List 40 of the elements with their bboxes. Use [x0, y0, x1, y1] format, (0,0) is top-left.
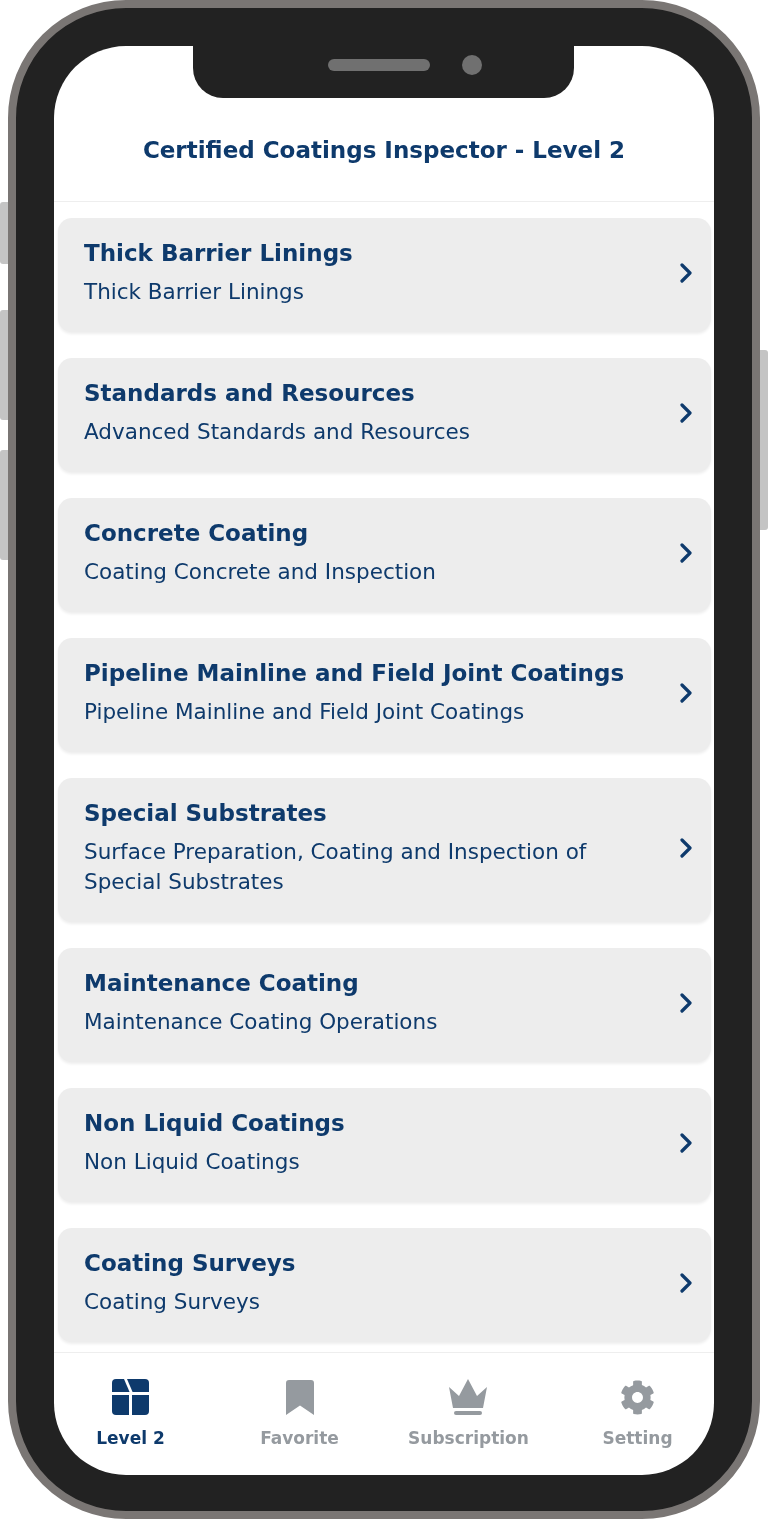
course-title: Concrete Coating — [84, 519, 310, 548]
course-subtitle: Surface Preparation, Coating and Inspection of Special Substrates — [84, 838, 588, 896]
camera-lens — [462, 55, 482, 75]
chevron-right-icon — [680, 1132, 692, 1153]
course-card[interactable]: Coating Surveys Coating Surveys — [58, 1228, 711, 1342]
side-button-drawing — [0, 202, 8, 264]
course-title: Pipeline Mainline and Field Joint Coatings — [84, 659, 626, 688]
settings-icon — [620, 1379, 655, 1415]
crown-icon — [449, 1379, 488, 1415]
course-subtitle: Maintenance Coating Operations — [84, 1008, 439, 1036]
course-title: Coating Surveys — [84, 1249, 297, 1278]
course-subtitle: Coating Concrete and Inspection — [84, 558, 437, 586]
course-card[interactable]: Pipeline Mainline and Field Joint Coatings Pipeline Mainline and Field Joint Coatings — [58, 638, 711, 752]
course-card[interactable]: Standards and Resources Advanced Standards and Resources — [58, 358, 711, 472]
chevron-right-icon — [680, 682, 692, 703]
app-title: Certified Coatings Inspector - Level 2 — [142, 136, 626, 164]
course-title: Standards and Resources — [84, 379, 416, 408]
chevron-right-icon — [680, 992, 692, 1013]
chevron-right-icon — [680, 542, 692, 563]
course-card[interactable]: Non Liquid Coatings Non Liquid Coatings — [58, 1088, 711, 1202]
chevron-right-icon — [680, 402, 692, 423]
course-subtitle: Thick Barrier Linings — [84, 278, 305, 306]
course-card[interactable]: Concrete Coating Coating Concrete and Inspection — [58, 498, 711, 612]
chevron-right-icon — [680, 1272, 692, 1293]
layout-icon — [112, 1379, 149, 1415]
course-card[interactable]: Maintenance Coating Maintenance Coating Operations — [58, 948, 711, 1062]
course-title: Non Liquid Coatings — [84, 1109, 346, 1138]
course-title: Thick Barrier Linings — [84, 239, 354, 268]
chevron-right-icon — [680, 837, 692, 858]
course-title: Maintenance Coating — [84, 969, 360, 998]
course-subtitle: Non Liquid Coatings — [84, 1148, 301, 1176]
chevron-right-icon — [680, 262, 692, 283]
course-card[interactable]: Thick Barrier Linings Thick Barrier Linings — [58, 218, 711, 332]
nav-tab[interactable]: Level 2 — [96, 1379, 165, 1449]
course-subtitle: Advanced Standards and Resources — [84, 418, 471, 446]
course-title: Special Substrates — [84, 799, 328, 828]
bookmark-icon — [285, 1379, 314, 1415]
course-card[interactable]: Special Substrates Surface Preparation, Coating and Inspection of Special Substrates — [58, 778, 711, 922]
course-subtitle: Coating Surveys — [84, 1288, 261, 1316]
course-subtitle: Pipeline Mainline and Field Joint Coatings — [84, 698, 526, 726]
